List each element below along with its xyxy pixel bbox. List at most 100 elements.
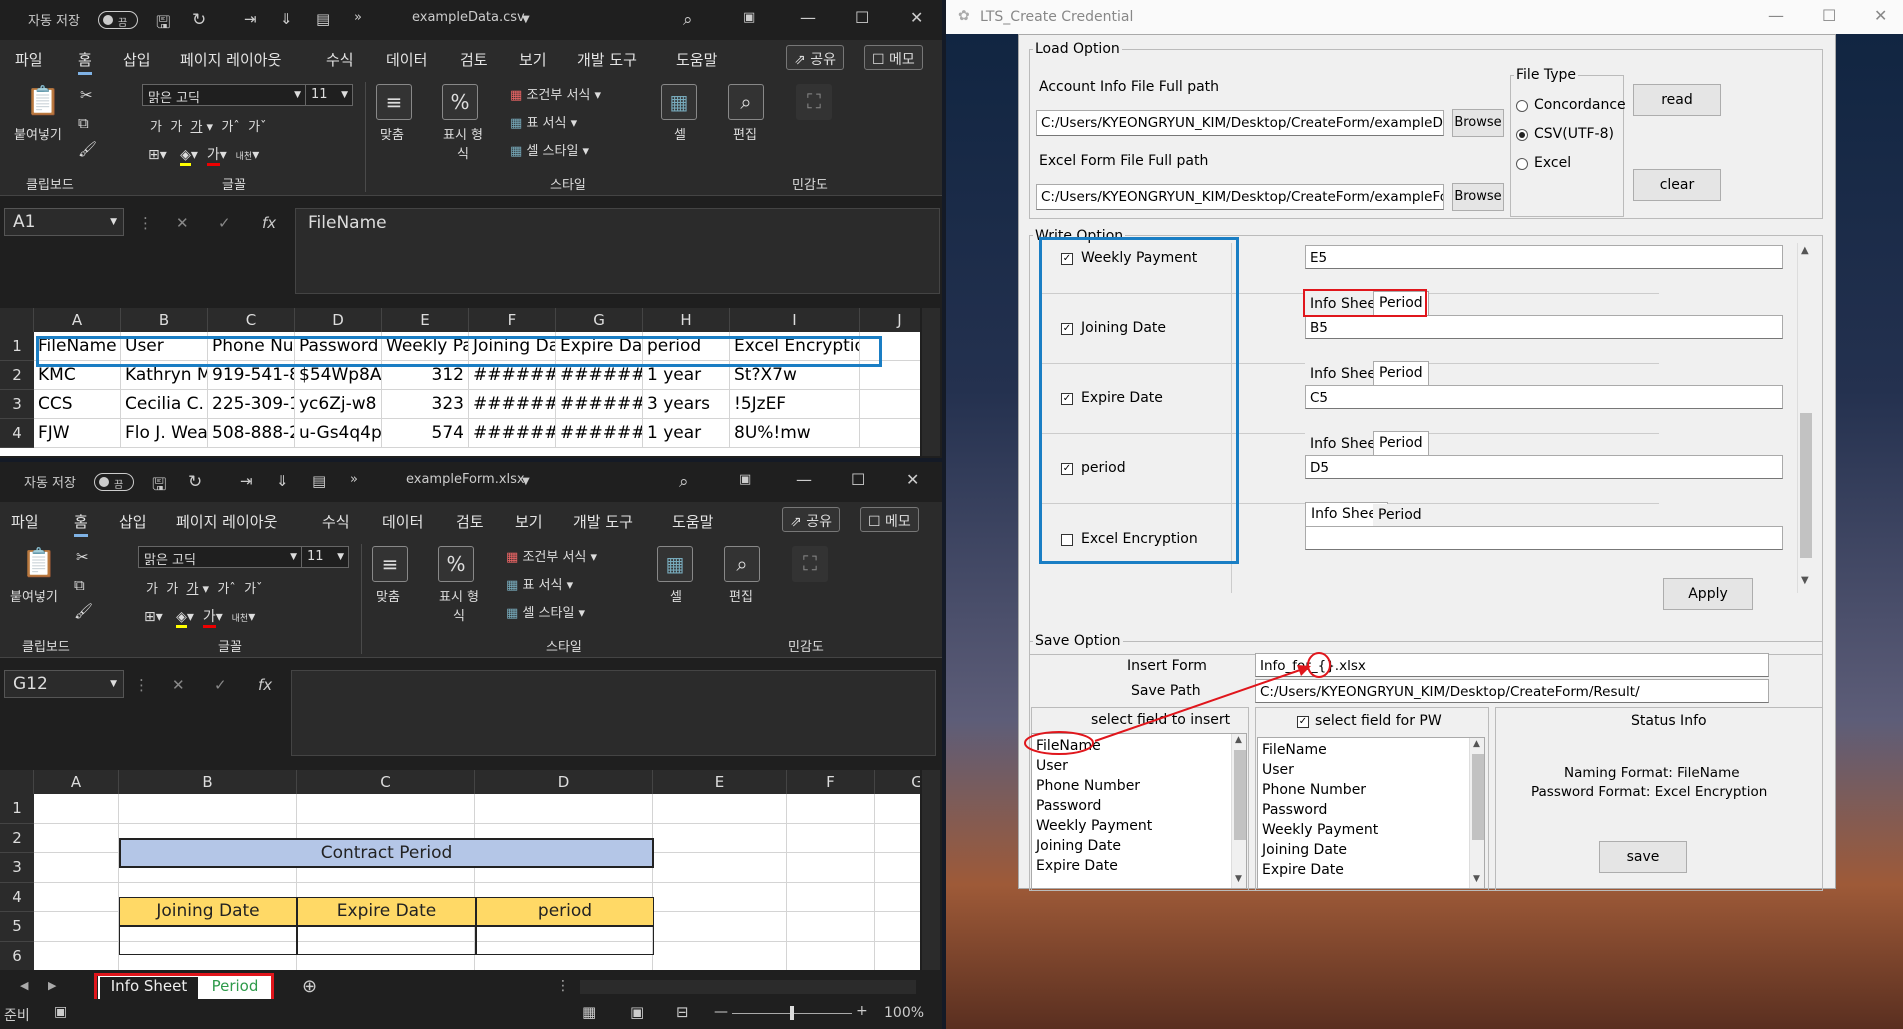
cancel-icon[interactable]: ✕ (172, 676, 185, 694)
function-icon[interactable]: fx (262, 214, 276, 232)
align-label[interactable]: 맞춤 (376, 586, 400, 605)
cell-style-button[interactable]: ▦ 셀 스타일 ▾ (506, 602, 585, 621)
tool-icon[interactable]: ⇥ (240, 472, 253, 490)
table-cell[interactable] (653, 823, 787, 853)
zoom-out-icon[interactable]: — (714, 1004, 728, 1020)
chevron-down-icon[interactable]: ▼ (522, 14, 530, 25)
format-painter-icon[interactable]: 🖌 (74, 602, 93, 620)
vertical-scrollbar[interactable] (922, 308, 940, 456)
tab-page-layout[interactable]: 페이지 레이아웃 (176, 511, 277, 532)
column-header[interactable]: F (469, 308, 556, 332)
tab-help[interactable]: 도움말 (672, 511, 713, 532)
row-header[interactable]: 4 (0, 419, 34, 448)
maximize-button[interactable]: ☐ (855, 8, 869, 27)
horizontal-scrollbar[interactable] (580, 980, 916, 994)
tab-data[interactable]: 데이터 (382, 511, 423, 532)
table-cell[interactable] (787, 853, 875, 883)
tab-file[interactable]: 파일 (15, 49, 43, 70)
column-header[interactable]: D (295, 308, 382, 332)
table-cell[interactable] (875, 853, 920, 883)
zoom-slider-thumb[interactable] (790, 1006, 794, 1020)
format-painter-icon[interactable]: 🖌 (78, 140, 97, 158)
table-cell[interactable] (787, 823, 875, 853)
edit-search-icon[interactable]: ⌕ (724, 546, 760, 582)
period-value-cell[interactable] (476, 926, 654, 955)
enter-icon[interactable]: ✓ (218, 214, 231, 232)
column-header[interactable]: F (787, 770, 875, 794)
table-cell[interactable] (875, 883, 920, 912)
table-cell[interactable]: u-Gs4q4p (295, 419, 382, 448)
table-cell[interactable] (653, 794, 787, 824)
cells-icon[interactable]: ▦ (661, 84, 697, 120)
more-icon[interactable]: » (354, 10, 362, 25)
table-cell[interactable] (653, 941, 787, 970)
more-icon[interactable]: ⋮ (556, 978, 570, 994)
joining-date-value-cell[interactable] (119, 926, 297, 955)
tool-icon[interactable]: ⇥ (244, 10, 257, 28)
column-header[interactable]: C (208, 308, 295, 332)
tab-developer[interactable]: 개발 도구 (573, 511, 633, 532)
table-cell[interactable] (875, 942, 920, 971)
percent-icon[interactable]: % (442, 84, 478, 120)
ribbon-display-icon[interactable]: ▣ (743, 10, 755, 25)
formula-input[interactable]: FileName (295, 208, 940, 294)
table-cell[interactable] (34, 853, 119, 883)
edit-label[interactable]: 편집 (733, 124, 757, 143)
table-cell[interactable] (297, 794, 475, 824)
name-box[interactable]: G12 ▼ (4, 670, 124, 698)
formula-input[interactable] (291, 670, 936, 756)
table-format-button[interactable]: ▦ 표 서식 ▾ (510, 112, 577, 131)
conditional-format-button[interactable]: ▦ 조건부 서식 ▾ (506, 546, 597, 565)
font-name-select[interactable]: 맑은 고딕 ▼ (138, 546, 302, 568)
table-cell[interactable] (787, 794, 875, 824)
tab-home[interactable]: 홈 (74, 511, 88, 537)
table-cell[interactable]: 8U%!mw (730, 419, 860, 448)
table-cell[interactable] (34, 882, 119, 912)
save-icon[interactable]: 🖫 (156, 10, 170, 39)
row-header[interactable]: 3 (0, 853, 34, 883)
ribbon-display-icon[interactable]: ▣ (739, 472, 751, 487)
tab-data[interactable]: 데이터 (386, 49, 427, 70)
column-header[interactable]: A (34, 308, 121, 332)
add-sheet-icon[interactable]: ⊕ (302, 976, 317, 997)
table-cell[interactable] (475, 794, 653, 824)
font-size-select[interactable]: 11 ▼ (301, 546, 349, 568)
page-break-view-icon[interactable]: ⊟ (676, 1003, 689, 1021)
column-header[interactable]: G (875, 770, 920, 794)
more-icon[interactable]: ⋮ (138, 214, 153, 232)
cut-icon[interactable]: ✂ (80, 86, 93, 104)
table-cell[interactable] (875, 824, 920, 853)
align-label[interactable]: 맞춤 (380, 124, 404, 143)
font-size-select[interactable]: 11 ▼ (305, 84, 353, 106)
table-cell[interactable]: ####### (556, 419, 643, 448)
cells-icon[interactable]: ▦ (657, 546, 693, 582)
paste-label[interactable]: 붙여넣기 (14, 124, 62, 143)
tab-file[interactable]: 파일 (11, 511, 39, 532)
table-cell[interactable]: CCS (34, 390, 121, 419)
tab-developer[interactable]: 개발 도구 (577, 49, 637, 70)
column-header[interactable]: B (119, 770, 297, 794)
table-cell[interactable] (860, 419, 920, 448)
minimize-button[interactable]: — (800, 8, 816, 27)
table-cell[interactable]: ####### (469, 390, 556, 419)
border-fill-color-icons[interactable]: ⊞▾ ◈▾ 가▾ 내천▾ (144, 606, 255, 628)
tool2-icon[interactable]: ⇓ (280, 10, 293, 28)
table-cell[interactable] (787, 882, 875, 912)
enter-icon[interactable]: ✓ (214, 676, 227, 694)
tab-page-layout[interactable]: 페이지 레이아웃 (180, 49, 281, 70)
row-header[interactable]: 1 (0, 794, 34, 824)
cell-style-button[interactable]: ▦ 셀 스타일 ▾ (510, 140, 589, 159)
expire-date-header[interactable]: Expire Date (297, 897, 476, 926)
number-format-label[interactable]: 표시 형식 (438, 124, 488, 162)
row-header[interactable]: 2 (0, 361, 34, 390)
paste-label[interactable]: 붙여넣기 (10, 586, 58, 605)
cells-label[interactable]: 셀 (670, 586, 682, 605)
save-icon[interactable]: 🖫 (152, 472, 166, 501)
column-header[interactable]: B (121, 308, 208, 332)
tab-formulas[interactable]: 수식 (322, 511, 350, 532)
file-name[interactable]: exampleData.csv (412, 10, 525, 25)
search-icon[interactable]: ⌕ (683, 10, 693, 30)
minimize-button[interactable]: — (796, 470, 812, 489)
table-cell[interactable]: !5JzEF (730, 390, 860, 419)
tab-insert[interactable]: 삽입 (123, 49, 151, 70)
